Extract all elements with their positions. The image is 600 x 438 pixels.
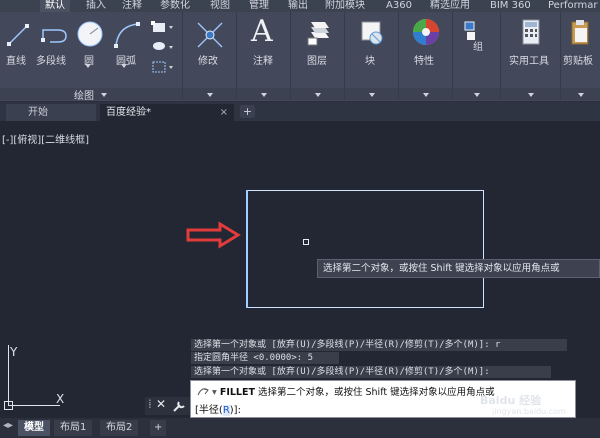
layers-group: 图层 [291,12,345,100]
block-label[interactable]: 块 [365,52,375,67]
command-history-line: 指定圆角半径 <0.0000>: 5 [191,352,339,364]
command-history-line: 选择第一个对象或 [放弃(U)/多段线(P)/半径(R)/修剪(T)/多个(M)… [191,366,551,378]
new-tab-button[interactable]: + [240,105,255,118]
arc-dropdown-icon[interactable] [121,64,127,68]
tab-parametric[interactable]: 参数化 [160,0,190,12]
cursor-tooltip: 选择第二个对象，或按住 Shift 键选择对象以应用角点或 [317,259,600,278]
utilities-label[interactable]: 实用工具 [509,52,549,67]
draw-expand-icon[interactable] [101,93,107,97]
move-icon[interactable] [195,20,225,50]
option-bracket-open: [半径( [195,405,223,416]
draw-group: 直线 多段线 圆 圆弧 绘图 [0,12,183,102]
layers-icon[interactable] [305,18,331,48]
ucs-x-label: X [56,392,65,406]
layout-tab-model[interactable]: 模型 [18,420,50,436]
layout-nav-icon[interactable]: ◂▸ [3,420,13,431]
rectangle-object[interactable] [246,190,484,308]
tab-insert[interactable]: 插入 [86,0,106,12]
ribbon-tab-bar: 默认 插入 注释 参数化 视图 管理 输出 附加模块 A360 精选应用 BIM… [0,0,600,12]
calculator-icon[interactable] [521,18,543,48]
tab-performance[interactable]: Performar [548,0,598,12]
line-label[interactable]: 直线 [6,52,26,67]
tab-manage[interactable]: 管理 [249,0,269,12]
close-icon[interactable]: × [220,104,228,121]
annotation-expand-icon[interactable] [261,93,267,97]
view-controls-label[interactable]: [-][俯视][二维线框] [2,131,89,146]
command-recent-icon[interactable] [197,386,209,396]
tab-featured-apps[interactable]: 精选应用 [430,0,470,12]
arc-icon[interactable] [112,20,142,50]
doc-tab-current-label: 百度经验* [106,107,151,118]
tab-default[interactable]: 默认 [40,0,70,12]
utilities-expand-icon[interactable] [528,93,534,97]
polyline-label[interactable]: 多段线 [36,52,66,67]
tab-bim360[interactable]: BIM 360 [490,0,531,12]
utilities-group: 实用工具 [501,12,561,100]
layout-tab-bar: ◂▸ 模型 布局1 布局2 + [0,418,600,438]
layers-expand-icon[interactable] [315,93,321,97]
clipboard-label[interactable]: 剪贴板 [563,52,593,67]
modify-expand-icon[interactable] [207,93,213,97]
circle-dropdown-icon[interactable] [85,64,91,68]
ucs-x-axis [8,405,60,406]
layers-label[interactable]: 图层 [307,52,327,67]
tab-annotate[interactable]: 注释 [122,0,142,12]
annotation-label[interactable]: 注释 [253,52,273,67]
command-prompt-text: 选择第二个对象，或按住 Shift 键选择对象以应用角点或 [257,387,495,398]
close-command-line-icon[interactable]: ✕ [156,397,166,411]
add-layout-button[interactable]: + [150,420,167,436]
red-arrow-icon [186,221,241,249]
properties-label[interactable]: 特性 [414,52,434,67]
group-group: 组 [453,12,501,100]
option-radius-keyword[interactable]: R [222,405,230,416]
command-options[interactable]: [半径(R)]: [195,401,241,416]
text-a-icon[interactable]: A [251,14,273,49]
properties-expand-icon[interactable] [423,93,429,97]
clipboard-group: 剪贴板 [561,12,600,100]
line-icon[interactable] [6,22,30,48]
tab-view[interactable]: 视图 [210,0,230,12]
color-wheel-icon[interactable] [411,16,441,48]
ribbon-panel: 直线 多段线 圆 圆弧 绘图 修改 A 注释 图层 块 特性 组 实用工具 剪贴… [0,12,600,102]
block-expand-icon[interactable] [369,93,375,97]
draw-small-tools-icon[interactable] [150,20,178,80]
block-group: 块 [345,12,399,100]
clipboard-icon[interactable] [569,18,593,48]
command-line-tools: ⁞ ✕ [145,397,190,415]
modify-group: 修改 [183,12,237,100]
ucs-y-label: Y [10,345,18,359]
layout-tab-1[interactable]: 布局1 [54,420,93,436]
circle-icon[interactable] [76,18,104,50]
ucs-origin-icon [4,401,13,410]
wrench-icon[interactable] [172,400,186,412]
doc-tab-current[interactable]: 百度经验* × [100,104,234,121]
tab-addins[interactable]: 附加模块 [325,0,365,12]
command-history-line: 选择第一个对象或 [放弃(U)/多段线(P)/半径(R)/修剪(T)/多个(M)… [191,339,567,351]
clipboard-expand-icon[interactable] [578,93,584,97]
tab-output[interactable]: 输出 [288,0,308,12]
watermark-url: jingyan.baidu.com [492,407,566,416]
layout-tab-2[interactable]: 布局2 [100,420,139,436]
group-expand-icon[interactable] [474,93,480,97]
tab-a360[interactable]: A360 [386,0,412,12]
pickbox-cursor [303,239,309,245]
ucs-y-axis [8,345,9,405]
draw-group-title[interactable]: 绘图 [74,87,94,102]
selected-edge[interactable] [246,190,248,308]
draw-group-footer: 绘图 [0,87,182,102]
doc-tab-start[interactable]: 开始 [6,104,96,121]
grip-icon[interactable]: ⁞ [148,397,152,411]
polyline-icon[interactable] [40,22,68,48]
annotation-group: A 注释 [237,12,291,100]
modify-label[interactable]: 修改 [198,52,218,67]
document-tab-bar: 开始 百度经验* × [0,102,600,121]
watermark-logo: Baidu 经验 [480,394,542,407]
block-icon[interactable] [359,18,385,48]
doc-tab-start-label: 开始 [28,107,48,118]
option-bracket-close: )]: [229,405,241,416]
properties-group: 特性 [399,12,453,100]
command-prompt: ▾ FILLET 选择第二个对象，或按住 Shift 键选择对象以应用角点或 [197,384,495,398]
group-label[interactable]: 组 [473,38,483,53]
command-name: FILLET [219,387,255,398]
